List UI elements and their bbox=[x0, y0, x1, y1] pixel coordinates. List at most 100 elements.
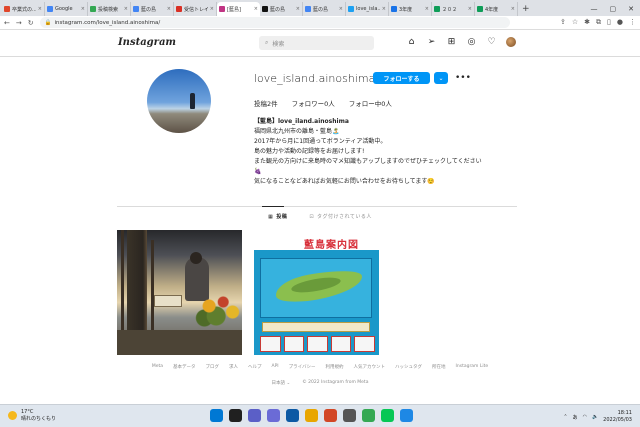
profile-avatar[interactable] bbox=[147, 69, 211, 133]
footer-link[interactable]: ブログ bbox=[206, 364, 220, 370]
browser-tab[interactable]: ２０２ × bbox=[432, 2, 475, 16]
taskbar-app-icon[interactable] bbox=[305, 409, 318, 422]
taskbar-app-icon[interactable] bbox=[267, 409, 280, 422]
instagram-logo[interactable]: Instagram bbox=[118, 37, 176, 48]
footer-link[interactable]: API bbox=[272, 364, 279, 370]
more-options-button[interactable]: ••• bbox=[455, 72, 471, 84]
puzzle-icon[interactable]: ⧉ bbox=[596, 18, 601, 27]
back-icon[interactable]: ← bbox=[4, 19, 10, 27]
post-thumbnail-map[interactable]: 藍島案内図 bbox=[254, 230, 379, 355]
tab-close-icon[interactable]: × bbox=[210, 6, 214, 12]
browser-tab[interactable]: 4年度 × bbox=[475, 2, 518, 16]
taskbar-app-icon[interactable] bbox=[286, 409, 299, 422]
tab-favicon-icon bbox=[262, 6, 268, 12]
taskbar-app-icon[interactable] bbox=[324, 409, 337, 422]
follow-button[interactable]: フォローする bbox=[373, 72, 430, 84]
footer-link[interactable]: Instagram Lite bbox=[456, 364, 489, 370]
url-field[interactable]: 🔒 instagram.com/love_island.ainoshima/ bbox=[39, 17, 510, 28]
browser-tab[interactable]: 受信トレイ × bbox=[174, 2, 217, 16]
tab-close-icon[interactable]: × bbox=[382, 6, 386, 12]
star-icon[interactable]: ☆ bbox=[572, 18, 578, 27]
new-post-icon[interactable]: ⊞ bbox=[446, 37, 457, 48]
close-window-icon[interactable]: ✕ bbox=[628, 2, 634, 16]
sign-shape bbox=[154, 295, 182, 307]
tab-close-icon[interactable]: × bbox=[339, 6, 343, 12]
tab-close-icon[interactable]: × bbox=[296, 6, 300, 12]
minimize-icon[interactable]: — bbox=[591, 2, 598, 16]
taskbar-app-icon[interactable] bbox=[210, 409, 223, 422]
footer-link[interactable]: ハッシュタグ bbox=[395, 364, 422, 370]
maximize-icon[interactable]: ▢ bbox=[610, 2, 617, 16]
tab-close-icon[interactable]: × bbox=[254, 6, 258, 12]
tab-posts[interactable]: ▦ 投稿 bbox=[268, 213, 287, 221]
windows-taskbar: 17°C 晴れのちくもり ⌃ あ ◠ 🔈 18:11 2022/05/03 bbox=[0, 404, 640, 427]
tab-title: 卒業式の... bbox=[12, 6, 36, 13]
footer-link[interactable]: 人気アカウント bbox=[354, 364, 386, 370]
forward-icon[interactable]: → bbox=[16, 19, 22, 27]
browser-tab[interactable]: 3年度 × bbox=[389, 2, 432, 16]
footer-link[interactable]: 基本データ bbox=[173, 364, 196, 370]
explore-icon[interactable]: ◎ bbox=[466, 37, 477, 48]
profile-bio: 【藍島】love_iland.ainoshima 福岡県北九州市の離島・藍島🏝️… bbox=[254, 117, 524, 187]
search-input[interactable]: ⌕ 検索 bbox=[259, 36, 374, 50]
browser-tab[interactable]: 卒業式の... × bbox=[2, 2, 45, 16]
taskbar-app-icon[interactable] bbox=[362, 409, 375, 422]
browser-tab[interactable]: love_isla... × bbox=[346, 2, 389, 16]
following-count[interactable]: フォロー中0人 bbox=[349, 98, 392, 108]
tab-favicon-icon bbox=[90, 6, 96, 12]
footer-link[interactable]: 利用規約 bbox=[326, 364, 344, 370]
home-icon[interactable]: ⌂ bbox=[406, 37, 417, 48]
weather-widget[interactable]: 17°C 晴れのちくもり bbox=[8, 409, 56, 423]
taskbar-app-icon[interactable] bbox=[229, 409, 242, 422]
followers-count[interactable]: フォロワー0人 bbox=[292, 98, 335, 108]
info-panel bbox=[262, 322, 370, 332]
suggested-dropdown-button[interactable]: ⌄ bbox=[434, 72, 448, 84]
browser-tab[interactable]: [藍島] × bbox=[217, 2, 260, 16]
person-head-shape bbox=[190, 252, 202, 264]
tab-close-icon[interactable]: × bbox=[511, 6, 515, 12]
tab-close-icon[interactable]: × bbox=[38, 6, 42, 12]
browser-tab[interactable]: Google × bbox=[45, 2, 88, 16]
tab-tagged[interactable]: ⊡ タグ付けされている人 bbox=[309, 213, 372, 221]
extension-icon[interactable]: ✱ bbox=[584, 18, 590, 27]
tab-close-icon[interactable]: × bbox=[167, 6, 171, 12]
instagram-header: Instagram ⌕ 検索 ⌂ ➢ ⊞ ◎ ♡ bbox=[0, 30, 640, 57]
browser-tab[interactable]: 藍の島 × bbox=[303, 2, 346, 16]
footer-link[interactable]: Meta bbox=[152, 364, 163, 370]
activity-heart-icon[interactable]: ♡ bbox=[486, 37, 497, 48]
wifi-icon[interactable]: ◠ bbox=[583, 414, 587, 420]
weather-desc: 晴れのちくもり bbox=[21, 416, 57, 422]
volume-icon[interactable]: 🔈 bbox=[592, 414, 598, 420]
new-tab-button[interactable]: + bbox=[518, 2, 534, 16]
profile-icon[interactable]: ● bbox=[617, 18, 623, 27]
reload-icon[interactable]: ↻ bbox=[28, 19, 34, 27]
footer-link[interactable]: 求人 bbox=[229, 364, 238, 370]
footer-link[interactable]: 所在地 bbox=[432, 364, 446, 370]
clock[interactable]: 18:11 2022/05/03 bbox=[603, 410, 632, 424]
tab-close-icon[interactable]: × bbox=[468, 6, 472, 12]
browser-tab[interactable]: 藍の島 × bbox=[131, 2, 174, 16]
taskbar-app-icon[interactable] bbox=[343, 409, 356, 422]
footer-link[interactable]: ヘルプ bbox=[248, 364, 262, 370]
language-select[interactable]: 日本語 ⌄ bbox=[272, 380, 291, 386]
ime-indicator[interactable]: あ bbox=[573, 414, 578, 421]
tab-close-icon[interactable]: × bbox=[425, 6, 429, 12]
taskbar-app-icon[interactable] bbox=[400, 409, 413, 422]
pier-post bbox=[151, 240, 154, 330]
warning-icon bbox=[330, 336, 352, 352]
direct-message-icon[interactable]: ➢ bbox=[426, 37, 437, 48]
footer-link[interactable]: プライバシー bbox=[289, 364, 316, 370]
account-avatar[interactable] bbox=[506, 37, 516, 47]
browser-tab[interactable]: 藍の島 × bbox=[260, 2, 303, 16]
share-icon[interactable]: ⇪ bbox=[560, 18, 566, 27]
tab-close-icon[interactable]: × bbox=[81, 6, 85, 12]
taskbar-app-icon[interactable] bbox=[381, 409, 394, 422]
browser-tab[interactable]: 投稿検索 × bbox=[88, 2, 131, 16]
post-thumbnail-pier[interactable] bbox=[117, 230, 242, 355]
sidepanel-icon[interactable]: ▯ bbox=[607, 18, 611, 27]
menu-icon[interactable]: ⋮ bbox=[629, 18, 636, 27]
taskbar-app-icon[interactable] bbox=[248, 409, 261, 422]
chevron-up-icon[interactable]: ⌃ bbox=[563, 414, 567, 420]
window-controls: — ▢ ✕ bbox=[591, 2, 640, 16]
tab-close-icon[interactable]: × bbox=[124, 6, 128, 12]
